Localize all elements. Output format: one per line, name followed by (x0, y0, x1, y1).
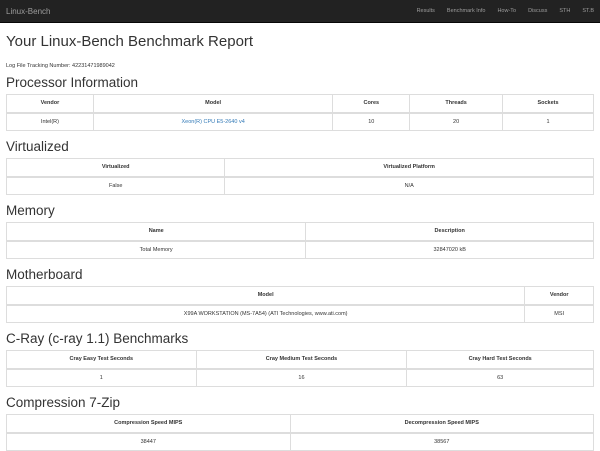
cell-virtualized: False (5, 176, 226, 195)
col-model: Model (5, 286, 526, 306)
col-platform: Virtualized Platform (224, 158, 594, 178)
cpu-model-link[interactable]: Xeon(R) CPU E5-2640 v4 (181, 119, 244, 125)
table-row: X99A WORKSTATION (MS-7A54) (ATI Technolo… (5, 304, 594, 323)
cell-decompression: 38567 (289, 432, 595, 451)
cell-threads: 20 (409, 112, 503, 131)
cell-easy: 1 (6, 368, 197, 387)
cray-heading: C-Ray (c-ray 1.1) Benchmarks (6, 331, 189, 346)
memory-heading: Memory (6, 203, 55, 218)
col-easy: Cray Easy Test Seconds (6, 350, 197, 370)
cell-sockets: 1 (501, 112, 595, 131)
col-hard: Cray Hard Test Seconds (406, 350, 594, 370)
cell-platform: N/A (224, 176, 594, 195)
cell-vendor: MSI (524, 304, 594, 323)
cell-model: X99A WORKSTATION (MS-7A54) (ATI Technolo… (5, 304, 526, 323)
nav-benchmark-info[interactable]: Benchmark Info (447, 8, 486, 14)
cell-medium: 16 (195, 368, 408, 387)
table-header-row: Vendor Model Cores Threads Sockets (6, 94, 595, 114)
cell-vendor: Intel(R) (6, 112, 94, 131)
table-header-row: Compression Speed MIPS Decompression Spe… (6, 414, 595, 434)
col-medium: Cray Medium Test Seconds (195, 350, 408, 370)
col-compression: Compression Speed MIPS (6, 414, 291, 434)
brand-link[interactable]: Linux-Bench (6, 7, 50, 16)
nav-discuss[interactable]: Discuss (528, 8, 547, 14)
col-decompression: Decompression Speed MIPS (289, 414, 595, 434)
table-header-row: Name Description (5, 222, 594, 242)
table-header-row: Cray Easy Test Seconds Cray Medium Test … (6, 350, 594, 370)
zip-heading: Compression 7-Zip (6, 395, 121, 410)
cell-description: 32847020 kB (305, 240, 594, 259)
col-description: Description (305, 222, 594, 242)
col-model: Model (92, 94, 334, 114)
table-row: 38447 38567 (6, 432, 595, 451)
virtualized-table: Virtualized Virtualized Platform False N… (5, 158, 594, 195)
table-row: 1 16 63 (6, 368, 594, 387)
table-row: False N/A (5, 176, 594, 195)
cray-table: Cray Easy Test Seconds Cray Medium Test … (6, 350, 594, 387)
virtualized-heading: Virtualized (6, 139, 69, 154)
table-row: Total Memory 32847020 kB (5, 240, 594, 259)
cell-cores: 10 (332, 112, 411, 131)
nav-stb[interactable]: ST.B (582, 8, 594, 14)
motherboard-table: Model Vendor X99A WORKSTATION (MS-7A54) … (5, 286, 594, 323)
table-row: Intel(R) Xeon(R) CPU E5-2640 v4 10 20 1 (6, 112, 595, 131)
cell-compression: 38447 (6, 432, 291, 451)
cell-hard: 63 (406, 368, 594, 387)
col-cores: Cores (332, 94, 411, 114)
col-vendor: Vendor (524, 286, 594, 306)
cell-model: Xeon(R) CPU E5-2640 v4 (92, 112, 334, 131)
nav-how-to[interactable]: How-To (497, 8, 516, 14)
nav-sth[interactable]: STH (559, 8, 570, 14)
motherboard-heading: Motherboard (6, 267, 83, 282)
col-sockets: Sockets (501, 94, 595, 114)
cell-name: Total Memory (5, 240, 307, 259)
zip-table: Compression Speed MIPS Decompression Spe… (6, 414, 595, 451)
page-title: Your Linux-Bench Benchmark Report (6, 33, 254, 50)
col-virtualized: Virtualized (5, 158, 226, 178)
nav-results[interactable]: Results (417, 8, 435, 14)
processor-table: Vendor Model Cores Threads Sockets Intel… (6, 94, 595, 131)
processor-heading: Processor Information (6, 75, 139, 90)
col-name: Name (5, 222, 307, 242)
memory-table: Name Description Total Memory 32847020 k… (5, 222, 594, 259)
table-header-row: Virtualized Virtualized Platform (5, 158, 594, 178)
nav-links: Results Benchmark Info How-To Discuss ST… (405, 8, 594, 14)
navbar: Linux-Bench Results Benchmark Info How-T… (0, 0, 600, 23)
col-threads: Threads (409, 94, 503, 114)
col-vendor: Vendor (6, 94, 94, 114)
tracking-number: Log File Tracking Number: 42231471989042 (6, 63, 115, 69)
table-header-row: Model Vendor (5, 286, 594, 306)
